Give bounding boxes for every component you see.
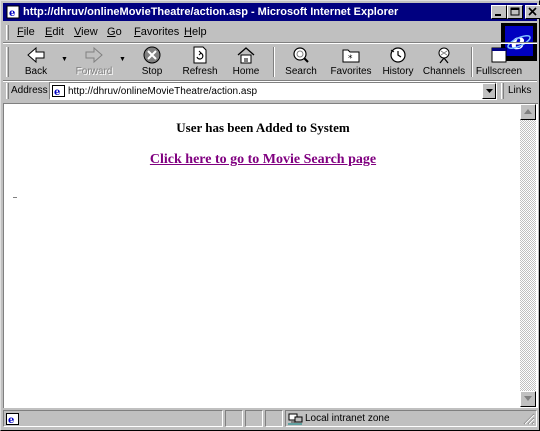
- history-button[interactable]: History: [377, 45, 419, 79]
- menu-go[interactable]: Go: [107, 26, 122, 38]
- toolbar-separator: [471, 47, 473, 77]
- menu-help[interactable]: Help: [184, 26, 207, 38]
- menu-view[interactable]: View: [74, 26, 98, 38]
- movie-search-link-wrapper: Click here to go to Movie Search page: [4, 152, 522, 168]
- channels-button[interactable]: Channels: [421, 45, 467, 79]
- links-button[interactable]: Links: [508, 85, 531, 96]
- browser-window: e http://dhruv/onlineMovieTheatre/action…: [0, 0, 540, 431]
- standard-toolbar: Back ▼ Forward ▼ Stop Refresh Home Searc…: [3, 44, 537, 80]
- minimize-button[interactable]: [491, 5, 507, 19]
- forward-dropdown-icon[interactable]: ▼: [119, 56, 126, 63]
- address-grip: [6, 83, 9, 99]
- back-arrow-icon: [27, 46, 45, 64]
- svg-text:e: e: [9, 8, 15, 19]
- refresh-label: Refresh: [182, 66, 218, 77]
- status-zone-pane: Local intranet zone: [285, 410, 537, 427]
- forward-label: Forward: [75, 66, 113, 77]
- home-label: Home: [232, 66, 260, 77]
- toolbar-grip: [6, 47, 9, 77]
- scroll-down-button[interactable]: [520, 391, 536, 407]
- status-bar: e Local intranet zone: [3, 409, 537, 428]
- links-separator: [501, 83, 504, 99]
- fullscreen-icon: [491, 47, 507, 63]
- status-main-pane: e: [3, 410, 223, 427]
- address-label: Address: [11, 85, 48, 96]
- favorites-folder-icon: *: [342, 49, 360, 64]
- title-bar[interactable]: e http://dhruv/onlineMovieTheatre/action…: [3, 3, 540, 21]
- ie-page-icon: e: [6, 413, 19, 425]
- status-pane: [245, 410, 263, 427]
- address-bar: Address e http://dhruv/onlineMovieTheatr…: [3, 81, 537, 101]
- history-icon: [390, 47, 406, 63]
- vertical-scrollbar[interactable]: [520, 104, 536, 407]
- menu-edit[interactable]: Edit: [45, 26, 64, 38]
- search-icon: [293, 47, 309, 63]
- chevron-down-icon: [486, 89, 493, 93]
- channels-label: Channels: [422, 66, 466, 77]
- svg-text:*: *: [348, 54, 353, 64]
- back-dropdown-icon[interactable]: ▼: [61, 56, 68, 63]
- channels-icon: [438, 47, 450, 64]
- close-button[interactable]: [525, 5, 540, 19]
- search-button[interactable]: Search: [279, 45, 323, 79]
- favorites-label: Favorites: [330, 66, 372, 77]
- page-mark: [13, 197, 17, 198]
- intranet-zone-icon: [288, 413, 303, 425]
- ie-page-icon: e: [52, 85, 65, 97]
- refresh-icon: [193, 46, 207, 64]
- status-pane: [265, 410, 283, 427]
- address-url: http://dhruv/onlineMovieTheatre/action.a…: [68, 86, 257, 97]
- home-icon: [237, 47, 255, 64]
- stop-button[interactable]: Stop: [131, 45, 173, 79]
- menu-bar: File Edit View Go Favorites Help e: [3, 23, 537, 61]
- back-button[interactable]: Back: [13, 45, 59, 79]
- menu-favorites[interactable]: Favorites: [134, 26, 179, 38]
- stop-icon: [143, 46, 161, 64]
- favorites-button[interactable]: * Favorites: [327, 45, 375, 79]
- menu-grip: [6, 25, 9, 40]
- scroll-up-arrow-icon: [524, 109, 532, 114]
- back-label: Back: [24, 66, 48, 77]
- forward-arrow-icon: [85, 46, 103, 64]
- svg-text:e: e: [8, 415, 14, 425]
- address-dropdown-button[interactable]: [482, 83, 496, 99]
- resize-grip-icon[interactable]: [523, 413, 535, 425]
- maximize-button[interactable]: [507, 5, 523, 19]
- ie-page-icon: e: [6, 5, 20, 19]
- scroll-down-arrow-icon: [524, 396, 532, 401]
- address-input[interactable]: e http://dhruv/onlineMovieTheatre/action…: [49, 82, 497, 100]
- svg-text:e: e: [54, 87, 60, 97]
- window-title: http://dhruv/onlineMovieTheatre/action.a…: [23, 6, 399, 18]
- status-pane: [225, 410, 243, 427]
- page-content: User has been Added to System Click here…: [3, 103, 538, 408]
- toolbar-separator: [273, 47, 275, 77]
- stop-label: Stop: [141, 66, 163, 77]
- forward-button[interactable]: Forward: [71, 45, 117, 79]
- scroll-up-button[interactable]: [520, 104, 536, 120]
- fullscreen-label: Fullscreen: [475, 66, 523, 77]
- confirmation-message: User has been Added to System: [176, 120, 350, 135]
- home-button[interactable]: Home: [225, 45, 267, 79]
- refresh-button[interactable]: Refresh: [177, 45, 223, 79]
- history-label: History: [382, 66, 414, 77]
- security-zone-text: Local intranet zone: [305, 413, 390, 424]
- menu-file[interactable]: File: [17, 26, 35, 38]
- fullscreen-button[interactable]: Fullscreen: [475, 45, 523, 79]
- movie-search-link[interactable]: Click here to go to Movie Search page: [150, 152, 376, 167]
- search-label: Search: [285, 66, 317, 77]
